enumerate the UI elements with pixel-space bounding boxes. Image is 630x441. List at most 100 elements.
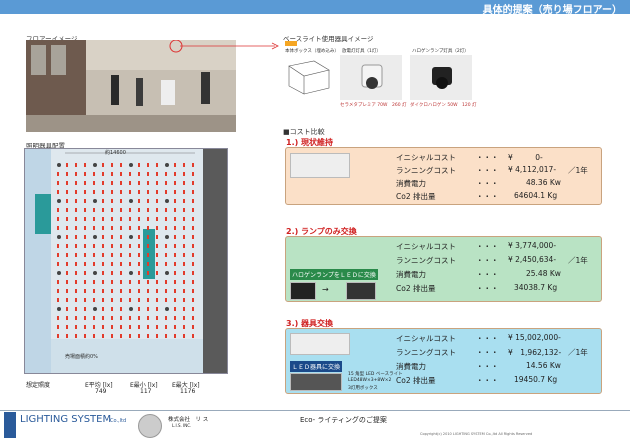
plan-fixture-mark: [165, 280, 167, 284]
plan-fixture-mark: [75, 280, 77, 284]
plan-fixture-mark: [75, 208, 77, 212]
plan-fixture-mark: [174, 298, 176, 302]
plan-fixture-mark: [66, 271, 68, 275]
plan-fixture-mark: [111, 217, 113, 221]
plan-fixture-mark: [192, 271, 194, 275]
s2-r3-dots: ・・・: [476, 270, 499, 279]
plan-fixture-mark: [102, 217, 104, 221]
plan-fixture-mark: [156, 181, 158, 185]
plan-fixture-mark: [66, 235, 68, 239]
plan-drawing: [25, 149, 227, 373]
plan-fixture-mark: [102, 163, 104, 167]
plan-fixture-mark: [57, 172, 59, 176]
plan-fixture-mark: [75, 289, 77, 293]
plan-fixture-mark: [147, 280, 149, 284]
plan-fixture-mark: [111, 235, 113, 239]
lux-label: 想定照度: [26, 382, 51, 389]
plan-fixture-mark: [120, 307, 122, 311]
plan-fixture-mark: [129, 307, 133, 311]
plan-fixture-mark: [183, 289, 185, 293]
plan-fixture-mark: [75, 163, 77, 167]
plan-fixture-mark: [66, 226, 68, 230]
plan-fixture-mark: [192, 325, 194, 329]
plan-fixture-mark: [138, 271, 140, 275]
plan-fixture-mark: [147, 199, 149, 203]
plan-fixture-mark: [102, 208, 104, 212]
plan-fixture-mark: [57, 235, 61, 239]
plan-fixture-mark: [120, 298, 122, 302]
plan-fixture-mark: [111, 181, 113, 185]
s1-r3-val: 48.36 Kw: [526, 178, 561, 187]
plan-fixture-mark: [156, 190, 158, 194]
plan-fixture-mark: [84, 307, 86, 311]
s1-r3-dots: ・・・: [476, 179, 499, 188]
lux-min-value: 117: [140, 388, 152, 395]
plan-fixture-mark: [75, 181, 77, 185]
plan-fixture-mark: [192, 190, 194, 194]
plan-fixture-mark: [156, 217, 158, 221]
plan-fixture-mark: [93, 217, 95, 221]
plan-fixture-mark: [66, 307, 68, 311]
plan-fixture-mark: [93, 325, 95, 329]
plan-fixture-mark: [138, 325, 140, 329]
plan-fixture-mark: [147, 244, 149, 248]
copyright: Copyright(c) 2010 LIGHTING SYSTEM Co.,lt…: [420, 432, 533, 436]
plan-fixture-mark: [75, 190, 77, 194]
plan-fixture-mark: [156, 253, 158, 257]
partner-sub: L.I.S. INC.: [172, 423, 192, 428]
plan-fixture-mark: [66, 208, 68, 212]
plan-fixture-mark: [120, 280, 122, 284]
plan-fixture-mark: [174, 208, 176, 212]
plan-fixture-mark: [75, 307, 77, 311]
plan-fixture-mark: [93, 235, 97, 239]
fixture2-icon: [432, 67, 452, 89]
plan-fixture-mark: [111, 199, 113, 203]
plan-fixture-mark: [183, 181, 185, 185]
plan-fixture-mark: [156, 262, 158, 266]
plan-fixture-mark: [165, 271, 169, 275]
plan-fixture-mark: [165, 217, 167, 221]
plan-fixture-mark: [57, 271, 61, 275]
plan-fixture-mark: [102, 271, 104, 275]
section1-thumbnail: [290, 153, 350, 178]
plan-fixture-mark: [147, 262, 149, 266]
arrow-icon: →: [322, 285, 329, 294]
s1-r1-dots: ・・・: [476, 153, 499, 162]
plan-fixture-mark: [111, 190, 113, 194]
plan-fixture-mark: [129, 325, 131, 329]
plan-fixture-mark: [102, 190, 104, 194]
plan-fixture-mark: [192, 244, 194, 248]
plan-fixture-mark: [75, 244, 77, 248]
s1-r4-key: Co2 排出量: [396, 192, 436, 201]
plan-fixture-mark: [84, 325, 86, 329]
s2-r2-dots: ・・・: [476, 256, 499, 265]
base-box-label: 本体ボックス（埋め込み）: [285, 49, 339, 54]
callout-line: [180, 42, 279, 50]
plan-fixture-mark: [75, 199, 77, 203]
plan-fixture-mark: [129, 181, 131, 185]
plan-fixture-mark: [165, 235, 169, 239]
plan-fixture-mark: [156, 280, 158, 284]
plan-fixture-mark: [138, 190, 140, 194]
fixture1-photo: [340, 55, 402, 100]
plan-fixture-mark: [156, 316, 158, 320]
plan-fixture-mark: [111, 307, 113, 311]
plan-fixture-mark: [192, 253, 194, 257]
plan-fixture-mark: [102, 199, 104, 203]
brand-suffix: Co.,ltd: [110, 418, 127, 424]
plan-fixture-mark: [129, 253, 131, 257]
plan-fixture-mark: [57, 253, 59, 257]
plan-fixture-mark: [102, 280, 104, 284]
plan-fixture-mark: [147, 307, 149, 311]
plan-fixture-mark: [147, 334, 149, 338]
plan-fixture-mark: [165, 208, 167, 212]
s1-r4-val: 64604.1 Kg: [514, 191, 558, 200]
plan-fixture-mark: [165, 253, 167, 257]
brand-name: LIGHTING SYSTEM: [20, 414, 112, 425]
fixture2-label: ハロゲンランプ灯具（2灯）: [412, 49, 469, 54]
section2-box: ハロゲンランプをＬＥＤに交換 → イニシャルコスト ・・・ ¥ 3,774,00…: [285, 236, 602, 302]
plan-fixture-mark: [183, 190, 185, 194]
plan-fixture-mark: [138, 334, 140, 338]
plan-fixture-mark: [120, 217, 122, 221]
plan-fixture-mark: [165, 298, 167, 302]
